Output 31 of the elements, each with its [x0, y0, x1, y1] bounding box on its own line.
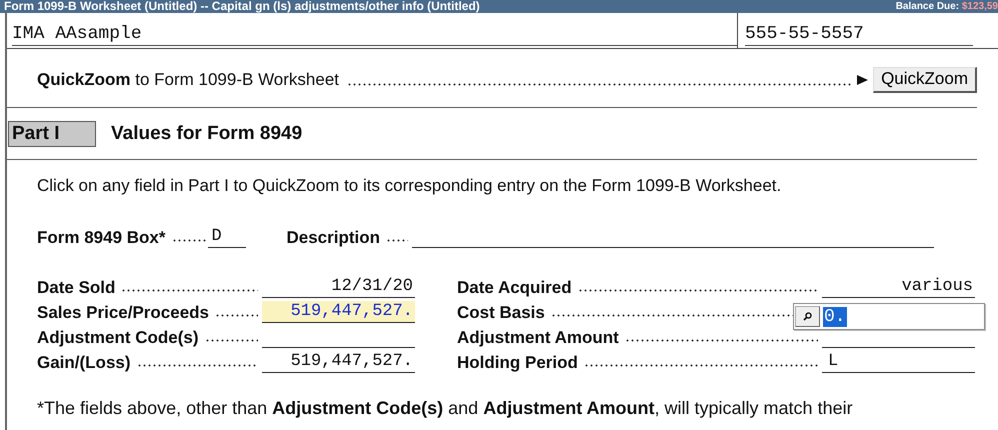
amount-field[interactable]: 12/31/20 [262, 276, 415, 298]
zoom-button[interactable] [795, 306, 820, 327]
window-title: Form 1099-B Worksheet (Untitled) -- Capital gn (ls) adjustments/other info (Untitled) [4, 0, 480, 13]
amount-field[interactable]: various [822, 276, 975, 298]
amount-field[interactable]: 519,447,527. [262, 301, 415, 323]
ssn-field[interactable]: 555-55-5557 [745, 23, 973, 46]
balance-due-amount: $123,59 [960, 0, 998, 13]
box-field[interactable]: D [208, 226, 246, 248]
balance-due-label: Balance Due: [896, 0, 960, 13]
field-label: Cost Basis [457, 303, 545, 323]
field-label: Adjustment Amount [457, 328, 619, 348]
part-badge: Part I [8, 120, 96, 146]
magnifier-icon [803, 312, 812, 321]
input-field[interactable]: 0. [823, 305, 983, 328]
footnote-text: *The fields above, other than Adjustment Code(s) and Adjustment Amount, will typically match their [36, 398, 854, 419]
field-label: Sales Price/Proceeds [37, 303, 210, 323]
field-label: Date Acquired [457, 278, 572, 298]
field-label: Gain/(Loss) [37, 353, 131, 373]
amount-field[interactable]: L [822, 351, 975, 373]
amount-field[interactable]: 519,447,527. [262, 351, 415, 373]
field-label: Date Sold [37, 278, 116, 298]
instruction-text: Click on any field in Part I to QuickZoom to its corresponding entry on the Form 1099-B Worksheet. [36, 176, 782, 196]
name-field[interactable]: IMA AAsample [12, 23, 737, 46]
field-label: Holding Period [457, 353, 578, 373]
quickzoom-button[interactable]: QuickZoom [873, 67, 977, 93]
field-label: Description [286, 228, 380, 248]
field-label: Form 8949 Box* [37, 228, 166, 248]
part-title: Values for Form 8949 [111, 122, 302, 144]
pointer-icon [857, 75, 868, 85]
field-label: Adjustment Code(s) [37, 328, 198, 348]
quickzoom-text: QuickZoom to Form 1099-B Worksheet [37, 70, 340, 90]
